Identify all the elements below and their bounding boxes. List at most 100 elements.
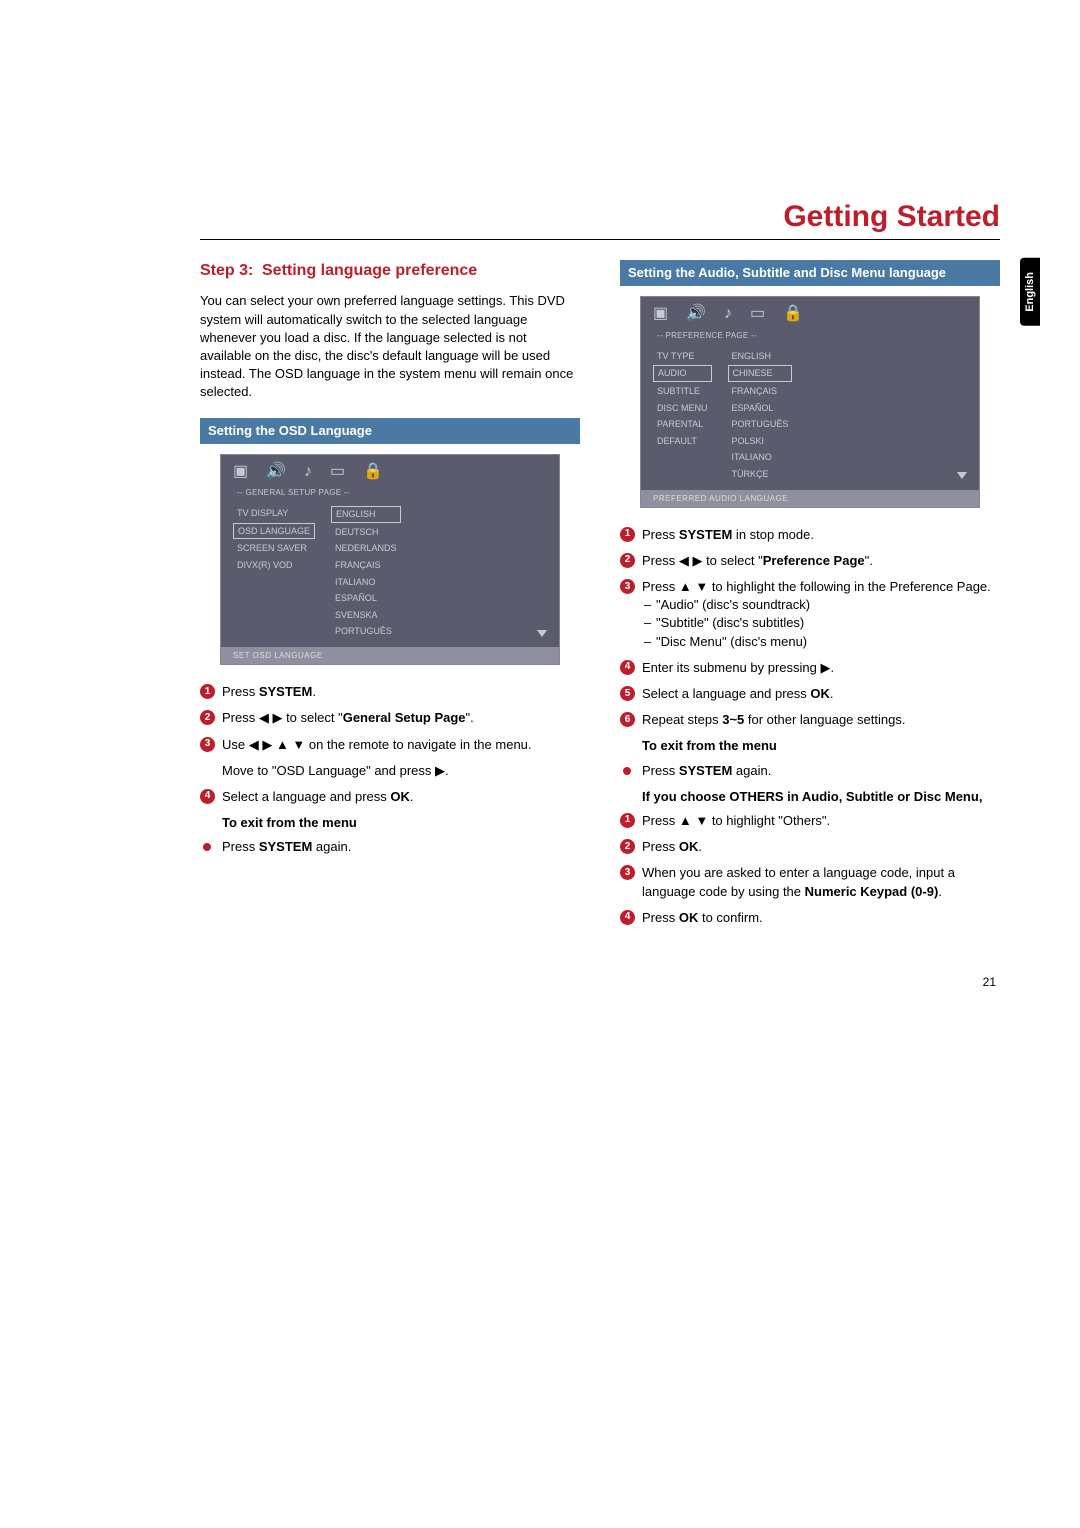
list-item: TV DISPLAY [233,506,315,521]
list-item: FRANÇAIS [728,384,793,399]
step-number-icon: 2 [200,710,215,725]
list-item: CHINESE [728,365,793,382]
list-item: DEUTSCH [331,525,401,540]
list-item: OSD LANGUAGE [233,523,315,540]
audio-icon: ♪ [724,303,732,325]
right-arrow-icon: ▶ [820,660,830,675]
step-number-icon: 6 [620,712,635,727]
step-1: 1Press SYSTEM in stop mode. [620,526,1000,544]
step-number-icon: 2 [620,553,635,568]
list-item: DISC MENU [653,401,712,416]
list-item: ESPAÑOL [728,401,793,416]
step-number-icon: 3 [620,865,635,880]
step-number-icon: 1 [200,684,215,699]
step-3: 3Press ▲ ▼ to highlight the following in… [620,578,1000,651]
others-heading: If you choose OTHERS in Audio, Subtitle … [642,788,1000,806]
osd-left-list: TV DISPLAY OSD LANGUAGE SCREEN SAVER DIV… [233,506,315,639]
page-number: 21 [200,975,1000,989]
tv-icon: ▣ [233,461,248,483]
osd-preference: ▣ 🔊 ♪ ▭ 🔒 -- PREFERENCE PAGE -- TV TYPE … [640,296,980,508]
list-item: ITALIANO [331,575,401,590]
list-item: POLSKI [728,434,793,449]
list-item: ENGLISH [331,506,401,523]
arrow-icons: ◀ ▶ ▲ ▼ [249,737,306,752]
sublist-item: "Subtitle" (disc's subtitles) [644,614,1000,632]
step-number-icon: 4 [620,660,635,675]
list-item: DEFAULT [653,434,712,449]
osd-general-setup: ▣ 🔊 ♪ ▭ 🔒 -- GENERAL SETUP PAGE -- TV DI… [220,454,560,666]
section-bar-osd: Setting the OSD Language [200,418,580,444]
section-bar-audio: Setting the Audio, Subtitle and Disc Men… [620,260,1000,286]
step-6: 6Repeat steps 3~5 for other language set… [620,711,1000,729]
step-number-icon: 1 [620,527,635,542]
sublist-item: "Disc Menu" (disc's menu) [644,633,1000,651]
step-heading: Step 3:Setting language preference [200,260,580,282]
speaker-icon: 🔊 [266,461,286,483]
others-steps: 1Press ▲ ▼ to highlight "Others". 2Press… [620,812,1000,927]
others-step-4: 4Press OK to confirm. [620,909,1000,927]
others-step-3: 3When you are asked to enter a language … [620,864,1000,900]
arrow-icons: ▲ ▼ [679,813,708,828]
list-item: SUBTITLE [653,384,712,399]
arrow-icons: ◀ ▶ [679,553,703,568]
steps-list-right: 1Press SYSTEM in stop mode. 2Press ◀ ▶ t… [620,526,1000,730]
list-item: NEDERLANDS [331,541,401,556]
step-number-icon: 4 [200,789,215,804]
left-column: Step 3:Setting language preference You c… [200,260,580,935]
sublist: "Audio" (disc's soundtrack) "Subtitle" (… [644,596,1000,651]
right-column: Setting the Audio, Subtitle and Disc Men… [620,260,1000,935]
step-2: 2Press ◀ ▶ to select "General Setup Page… [200,709,580,727]
osd-tab-icons: ▣ 🔊 ♪ ▭ 🔒 [233,461,547,483]
video-icon: ▭ [750,303,765,325]
step-4: 4Enter its submenu by pressing ▶. [620,659,1000,677]
steps-list-left: 1Press SYSTEM. 2Press ◀ ▶ to select "Gen… [200,683,580,806]
step-2: 2Press ◀ ▶ to select "Preference Page". [620,552,1000,570]
step-number-icon: 5 [620,686,635,701]
step-number-icon: 2 [620,839,635,854]
arrow-icons: ▲ ▼ [679,579,708,594]
step-number-icon: 1 [620,813,635,828]
list-item: FRANÇAIS [331,558,401,573]
page-title: Getting Started [200,200,1000,240]
step-1: 1Press SYSTEM. [200,683,580,701]
osd-left-list: TV TYPE AUDIO SUBTITLE DISC MENU PARENTA… [653,349,712,482]
step-3: 3Use ◀ ▶ ▲ ▼ on the remote to navigate i… [200,736,580,780]
step-number-icon: 4 [620,910,635,925]
language-tab: English [1020,258,1040,326]
list-item: ENGLISH [728,349,793,364]
list-item: SVENSKA [331,608,401,623]
exit-heading: To exit from the menu [642,737,1000,755]
list-item: TÜRKÇE [728,467,793,482]
tv-icon: ▣ [653,303,668,325]
list-item: ITALIANO [728,450,793,465]
list-item: DIVX(R) VOD [233,558,315,573]
step-5: 5Select a language and press OK. [620,685,1000,703]
exit-step: Press SYSTEM again. [620,762,1000,780]
intro-paragraph: You can select your own preferred langua… [200,292,580,401]
step-title: Setting language preference [262,262,477,279]
step-number-icon: 3 [200,737,215,752]
osd-subtitle: -- GENERAL SETUP PAGE -- [237,487,547,498]
lock-icon: 🔒 [363,461,383,483]
list-item: ESPAÑOL [331,591,401,606]
exit-step: Press SYSTEM again. [200,838,580,856]
osd-footer: PREFERRED AUDIO LANGUAGE [641,490,979,507]
step-label: Step 3: [200,260,262,282]
list-item: PORTUGUÊS [728,417,793,432]
list-item: TV TYPE [653,349,712,364]
step-number-icon: 3 [620,579,635,594]
arrow-icons: ◀ ▶ [259,710,283,725]
osd-right-list: ENGLISH CHINESE FRANÇAIS ESPAÑOL PORTUGU… [728,349,793,482]
sublist-item: "Audio" (disc's soundtrack) [644,596,1000,614]
right-arrow-icon: ▶ [435,763,445,778]
exit-heading: To exit from the menu [222,814,580,832]
list-item: AUDIO [653,365,712,382]
osd-tab-icons: ▣ 🔊 ♪ ▭ 🔒 [653,303,967,325]
video-icon: ▭ [330,461,345,483]
chevron-down-icon [537,630,547,637]
others-step-2: 2Press OK. [620,838,1000,856]
osd-footer: SET OSD LANGUAGE [221,647,559,664]
step-4: 4Select a language and press OK. [200,788,580,806]
lock-icon: 🔒 [783,303,803,325]
bullet-icon [203,843,211,851]
